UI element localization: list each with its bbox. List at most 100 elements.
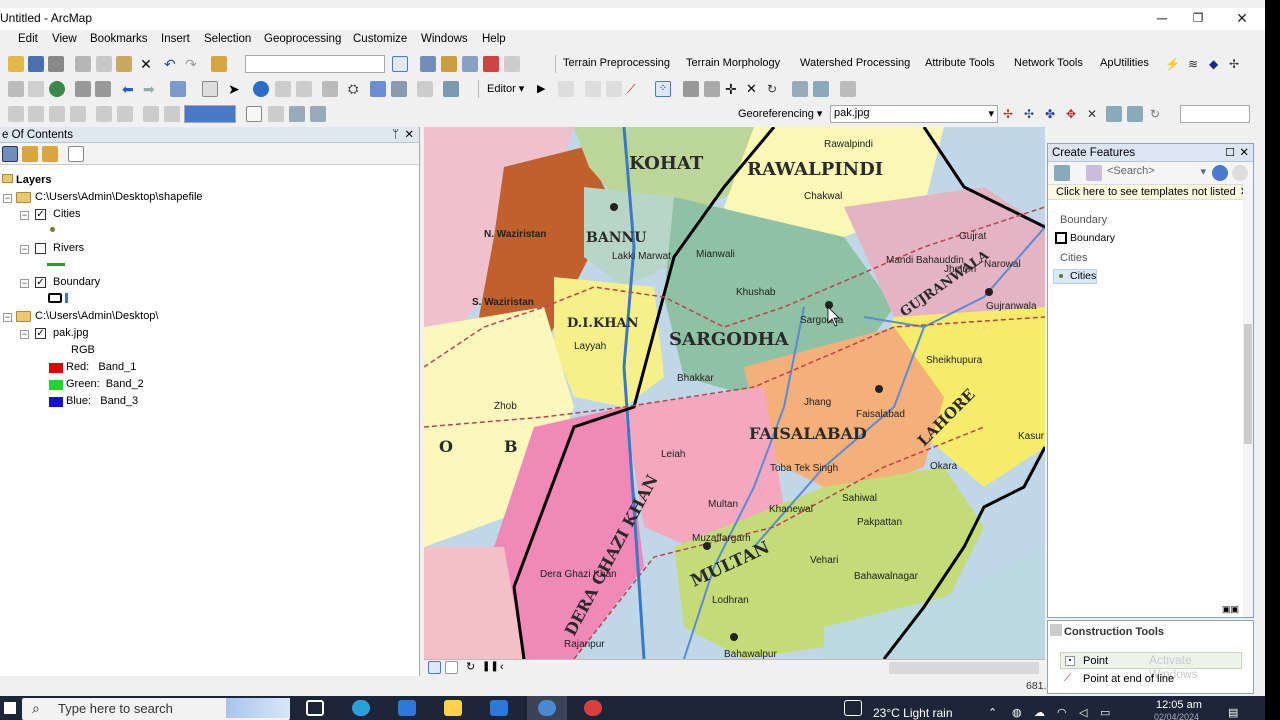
list-by-visibility-icon[interactable] <box>42 146 58 162</box>
layout-zoom-out-icon[interactable] <box>96 106 112 122</box>
speaker-icon[interactable]: ◁ <box>1079 706 1087 719</box>
terrain-preprocessing-menu[interactable]: Terrain Preprocessing <box>563 57 670 69</box>
menu-selection[interactable]: Selection <box>204 33 251 45</box>
menu-edit[interactable]: Edit <box>18 33 38 45</box>
raster-checkbox[interactable]: ✓ <box>35 328 46 339</box>
menu-view[interactable]: View <box>52 33 77 45</box>
delete-icon[interactable]: ✕ <box>138 56 154 72</box>
layer-name-boundary[interactable]: Boundary <box>53 276 100 288</box>
rotate-raster-icon[interactable]: ↻ <box>1150 106 1166 122</box>
refresh-icon[interactable]: ↻ <box>466 660 482 676</box>
vertical-scrollbar[interactable] <box>1243 184 1253 617</box>
templates-info-bar[interactable]: Click here to see templates not listed ✕ <box>1048 184 1253 200</box>
organize-templates-icon[interactable] <box>1054 165 1070 181</box>
clear-search-icon[interactable] <box>1232 165 1248 181</box>
boundary-template-symbol[interactable] <box>1055 232 1067 244</box>
city-marker[interactable] <box>875 385 883 393</box>
maximize-icon[interactable]: ❐ <box>1178 8 1218 30</box>
map-canvas[interactable]: KOHAT RAWALPINDI BANNU D.I.KHAN SARGODHA… <box>424 127 1045 659</box>
layout-full-icon[interactable] <box>49 106 65 122</box>
time-slider-icon[interactable] <box>417 81 433 97</box>
rotate-icon[interactable]: ↻ <box>767 81 783 97</box>
create-features-icon[interactable] <box>840 81 856 97</box>
pin-icon[interactable]: ᛘ <box>392 127 399 143</box>
cities-checkbox[interactable]: ✓ <box>35 209 46 220</box>
tray-overflow-icon[interactable]: ⌃ <box>988 706 997 719</box>
list-by-selection-icon[interactable] <box>68 146 84 162</box>
toggle-draft-icon[interactable] <box>246 106 262 122</box>
clock-time[interactable]: 12:05 am <box>1156 699 1202 711</box>
cut-icon[interactable] <box>75 56 91 72</box>
store-icon[interactable] <box>490 700 508 716</box>
print-icon[interactable] <box>48 56 64 72</box>
list-by-drawing-order-icon[interactable] <box>2 146 18 162</box>
edit-annotation-icon[interactable] <box>558 81 574 97</box>
menu-geoprocessing[interactable]: Geoprocessing <box>264 33 341 45</box>
layer-name-cities[interactable]: Cities <box>53 208 81 220</box>
keyboard-icon[interactable]: ▭ <box>1100 706 1110 719</box>
point-tool-icon[interactable]: ◆ <box>1209 56 1225 72</box>
fixed-zoom-out-icon[interactable] <box>95 81 111 97</box>
find-icon[interactable]: ⛭ <box>348 81 364 97</box>
auto-registration-icon[interactable]: ✣ <box>1024 106 1040 122</box>
map-scale-combo[interactable] <box>245 55 385 73</box>
green-band-swatch[interactable] <box>49 380 63 390</box>
red-band-swatch[interactable] <box>49 363 63 373</box>
arcmap-taskbar-button[interactable] <box>527 696 567 720</box>
fixed-zoom-in-icon[interactable] <box>75 81 91 97</box>
georeferencing-menu[interactable]: Georeferencing ▾ <box>738 107 822 120</box>
pane-close-icon[interactable]: ✕ <box>1239 144 1249 162</box>
rivers-checkbox[interactable] <box>35 243 46 254</box>
layout-zoom-in-icon[interactable] <box>8 106 24 122</box>
pause-drawing-icon[interactable]: ❚❚ <box>482 660 499 676</box>
boundary-symbol[interactable] <box>48 293 62 303</box>
editor-menu[interactable]: Editor ▾ <box>487 82 524 95</box>
zoom-percent-combo[interactable] <box>184 105 236 123</box>
editor-toolbar-icon[interactable] <box>392 56 408 72</box>
paste-icon[interactable] <box>116 56 132 72</box>
find-route-icon[interactable] <box>370 81 386 97</box>
create-viewer-icon[interactable] <box>443 81 459 97</box>
data-view-icon[interactable] <box>428 661 441 674</box>
menu-bookmarks[interactable]: Bookmarks <box>90 33 148 45</box>
layer-expander[interactable]: − <box>20 330 29 339</box>
zoom-to-link-icon[interactable]: ✥ <box>1066 106 1082 122</box>
attributes-icon[interactable] <box>792 81 808 97</box>
flow-icon[interactable]: ≋ <box>1188 56 1204 72</box>
save-icon[interactable] <box>28 56 44 72</box>
watershed-processing-menu[interactable]: Watershed Processing <box>800 57 910 69</box>
cloud-icon[interactable]: ☁ <box>1034 706 1045 719</box>
tool-icon[interactable]: ⚡ <box>1165 56 1181 72</box>
layout-view-icon[interactable] <box>445 661 458 674</box>
notifications-icon[interactable]: ▤ <box>1228 706 1238 719</box>
hyperlink-icon[interactable] <box>275 81 291 97</box>
select-link-icon[interactable]: ✤ <box>1045 106 1061 122</box>
attribute-tools-menu[interactable]: Attribute Tools <box>925 57 995 69</box>
menu-insert[interactable]: Insert <box>161 33 190 45</box>
close-button[interactable]: ✕ <box>1222 8 1262 30</box>
clear-selection-icon[interactable] <box>202 81 218 97</box>
open-icon[interactable] <box>8 56 24 72</box>
toc-close-icon[interactable]: ✕ <box>404 127 414 143</box>
crosshair-icon[interactable]: ✢ <box>1229 56 1245 72</box>
select-elements-icon[interactable]: ➤ <box>228 81 244 97</box>
edit-tool-icon[interactable]: ▶ <box>537 81 553 97</box>
layer-expander[interactable]: − <box>20 211 29 220</box>
zoom-in-icon[interactable] <box>8 81 24 97</box>
group-expander[interactable]: − <box>3 313 12 322</box>
minimize-button[interactable]: ─ <box>1142 8 1182 30</box>
group-expander[interactable]: − <box>3 194 12 203</box>
scroll-left-icon[interactable]: ‹ <box>500 660 516 676</box>
city-marker[interactable] <box>985 288 993 296</box>
layer-expander[interactable]: − <box>20 245 29 254</box>
delete-link-icon[interactable]: ✕ <box>1087 106 1103 122</box>
filter-icon[interactable] <box>1086 165 1102 181</box>
python-icon[interactable] <box>504 56 520 72</box>
group-path[interactable]: C:\Users\Admin\Desktop\shapefile <box>35 191 203 203</box>
edge-icon[interactable] <box>352 700 370 716</box>
start-icon[interactable] <box>4 702 16 714</box>
cities-template[interactable]: Cities <box>1070 270 1096 282</box>
endpoint-arc-icon[interactable] <box>606 81 622 97</box>
rivers-symbol[interactable] <box>47 263 65 266</box>
layers-root[interactable]: Layers <box>2 174 51 186</box>
